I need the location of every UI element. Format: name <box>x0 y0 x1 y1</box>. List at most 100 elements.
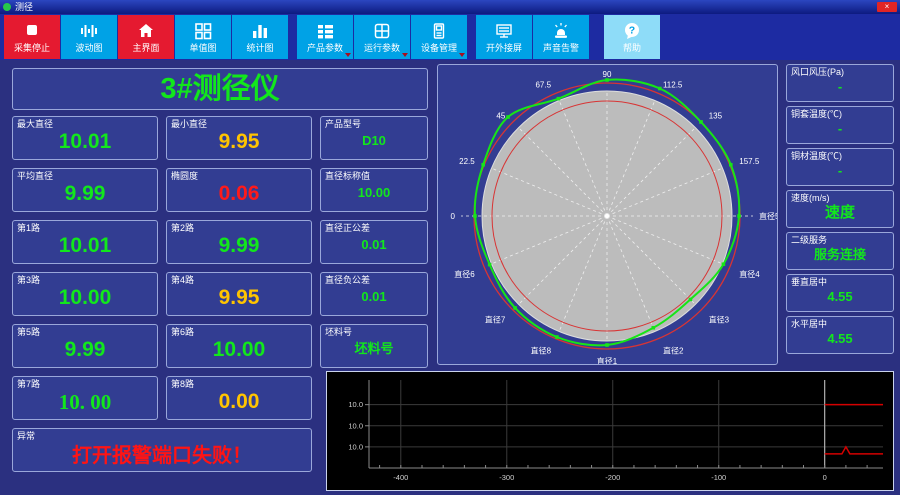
metric-value: 10.00 <box>212 338 266 361</box>
metric-label: 第4路 <box>171 275 195 285</box>
product-params-button[interactable]: 产品参数 <box>297 15 353 59</box>
fluctuation-chart-button[interactable]: 波动图 <box>61 15 117 59</box>
metric-avg-diameter: 平均直径 9.99 <box>12 168 158 212</box>
dropdown-caret-icon <box>345 53 351 57</box>
run-params-button[interactable]: 运行参数 <box>354 15 410 59</box>
svg-text:-300: -300 <box>499 473 514 482</box>
status-label: 速度(m/s) <box>791 193 830 203</box>
svg-text:67.5: 67.5 <box>535 81 551 90</box>
metric-min-diameter: 最小直径 9.95 <box>166 116 312 160</box>
dropdown-caret-icon <box>459 53 465 57</box>
main-screen-button[interactable]: 主界面 <box>118 15 174 59</box>
metric-value: 9.95 <box>218 130 260 153</box>
status-value: - <box>837 79 843 94</box>
diameter-gauge-app: 测径 × 采集停止 波动图 主界面 单值图 统计图 产品参数 运行参数 设备管理… <box>0 0 900 495</box>
button-label: 帮助 <box>622 43 641 53</box>
svg-text:10.0: 10.0 <box>348 442 363 451</box>
param-product-model: 产品型号 D10 <box>320 116 428 160</box>
status-vertical-centering: 垂直居中 4.55 <box>786 274 894 312</box>
metric-channel-7: 第7路 10. 00 <box>12 376 158 420</box>
barchart-icon <box>253 25 267 38</box>
status-value: - <box>837 163 843 178</box>
status-value: 服务连接 <box>813 247 866 262</box>
svg-text:10.0: 10.0 <box>348 400 363 409</box>
status-value: 4.55 <box>827 289 853 304</box>
trend-chart: 10.0 10.0 10.0 -400 -300 -200 -100 0 <box>327 372 893 490</box>
metric-value: 0.06 <box>218 182 260 205</box>
button-label: 产品参数 <box>306 43 343 53</box>
status-secondary-service: 二级服务 服务连接 <box>786 232 894 270</box>
help-button[interactable]: ? 帮助 <box>604 15 660 59</box>
metric-ovality: 椭圆度 0.06 <box>166 168 312 212</box>
status-value: 4.55 <box>827 331 853 346</box>
button-label: 开外接屏 <box>485 43 522 53</box>
device-management-button[interactable]: 设备管理 <box>411 15 467 59</box>
button-label: 设备管理 <box>420 43 457 53</box>
param-label: 产品型号 <box>325 119 362 129</box>
trend-chart-panel: 10.0 10.0 10.0 -400 -300 -200 -100 0 <box>326 371 894 491</box>
param-label: 坯料号 <box>325 327 353 337</box>
svg-text:-100: -100 <box>711 473 726 482</box>
sound-alarm-button[interactable]: 声音告警 <box>533 15 589 59</box>
metric-value: 9.95 <box>218 286 260 309</box>
param-value: D10 <box>362 133 386 148</box>
button-label: 单值图 <box>189 43 217 53</box>
single-value-chart-button[interactable]: 单值图 <box>175 15 231 59</box>
metric-channel-4: 第4路 9.95 <box>166 272 312 316</box>
param-nominal-diameter: 直径标称值 10.00 <box>320 168 428 212</box>
dropdown-caret-icon <box>402 53 408 57</box>
stop-capture-button[interactable]: 采集停止 <box>4 15 60 59</box>
metric-value: 0.00 <box>218 390 260 413</box>
stop-icon <box>27 25 37 35</box>
status-label: 铜套温度(℃) <box>791 109 842 119</box>
svg-text:22.5: 22.5 <box>459 157 475 166</box>
metric-label: 最大直径 <box>17 119 54 129</box>
waveform-icon <box>81 25 97 37</box>
svg-text:?: ? <box>629 25 635 37</box>
svg-text:直径6: 直径6 <box>454 269 475 279</box>
close-button[interactable]: × <box>877 2 897 12</box>
status-label: 二级服务 <box>791 235 828 245</box>
button-label: 采集停止 <box>13 43 50 53</box>
metric-value: 9.99 <box>64 338 106 361</box>
param-upper-tolerance: 直径正公差 0.01 <box>320 220 428 264</box>
svg-text:112.5: 112.5 <box>663 81 683 90</box>
param-label: 直径标称值 <box>325 171 371 181</box>
svg-text:10.0: 10.0 <box>348 421 363 430</box>
metric-label: 第1路 <box>17 223 41 233</box>
metric-channel-1: 第1路 10.01 <box>12 220 158 264</box>
titlebar: 测径 × <box>0 0 900 14</box>
param-value: 0.01 <box>361 237 387 252</box>
metric-value: 10.00 <box>58 286 112 309</box>
external-screen-button[interactable]: 开外接屏 <box>476 15 532 59</box>
svg-text:0: 0 <box>451 212 456 221</box>
svg-text:45: 45 <box>496 111 505 120</box>
svg-text:直径3: 直径3 <box>709 315 730 325</box>
param-label: 直径负公差 <box>325 275 371 285</box>
status-speed: 速度(m/s) 速度 <box>786 190 894 228</box>
status-label: 铜材温度(℃) <box>791 151 842 161</box>
metric-value: 9.99 <box>64 182 106 205</box>
gauge-title: 3#测径仪 <box>12 68 428 110</box>
metric-label: 第2路 <box>171 223 195 233</box>
metric-value: 10.01 <box>58 130 112 153</box>
metric-label: 平均直径 <box>17 171 54 181</box>
alarm-siren-icon <box>555 23 567 38</box>
button-label: 声音告警 <box>542 43 579 53</box>
param-value: 0.01 <box>361 289 387 304</box>
param-lower-tolerance: 直径负公差 0.01 <box>320 272 428 316</box>
metric-label: 第3路 <box>17 275 41 285</box>
grid-icon <box>374 23 390 39</box>
windows-icon <box>195 23 212 40</box>
param-label: 直径正公差 <box>325 223 371 233</box>
param-value: 坯料号 <box>354 341 394 356</box>
device-icon <box>433 23 445 39</box>
monitor-icon <box>496 24 512 38</box>
metric-channel-6: 第6路 10.00 <box>166 324 312 368</box>
param-billet-number: 坯料号 坯料号 <box>320 324 428 368</box>
statistics-chart-button[interactable]: 统计图 <box>232 15 288 59</box>
status-wind-pressure: 风口风压(Pa) - <box>786 64 894 102</box>
svg-text:直径1: 直径1 <box>597 356 618 364</box>
metric-value: 10. 00 <box>58 390 112 414</box>
metric-label: 椭圆度 <box>171 171 199 181</box>
